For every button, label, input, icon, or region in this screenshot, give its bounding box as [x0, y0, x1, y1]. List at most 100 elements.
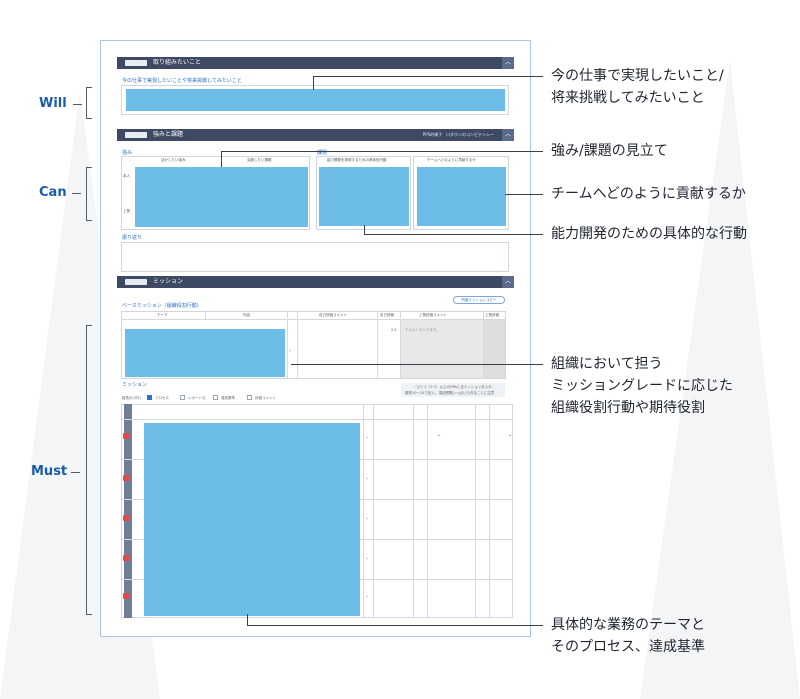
checkbox-comment-label: 評価コメント	[255, 396, 276, 400]
section-title: ミッション	[153, 278, 184, 285]
category-must: Must	[31, 464, 68, 479]
mission-label: ミッション	[122, 382, 148, 388]
checkbox-criteria[interactable]	[213, 395, 218, 400]
col-header-contribute: チームへどのように貢献するか	[427, 158, 476, 162]
annotation-org-line3: 組織役割行動や期待役割	[551, 400, 705, 416]
section-title: 取り組みたいこと	[153, 59, 202, 66]
checkbox-report-label: レポート元	[188, 396, 206, 400]
col-divider	[377, 311, 378, 379]
col-header-boss-comment: 上長評価コメント	[419, 313, 447, 317]
boss-eval-cell	[484, 320, 505, 378]
base-mission-theme[interactable]	[125, 329, 285, 377]
col-header-self-comment: 自己評価コメント	[319, 313, 347, 317]
self-eval-score: 2.5	[391, 328, 397, 332]
reflection-label: 振り返り	[122, 235, 143, 241]
leader-line-action	[364, 234, 543, 235]
section-tag	[125, 279, 147, 285]
boss-comment-placeholder: テキストが入ります。	[405, 328, 440, 332]
col-divider	[489, 404, 490, 618]
arrow-right-icon: ›	[366, 516, 368, 522]
arrow-right-icon: ›	[366, 435, 368, 441]
leader-line-will	[313, 76, 543, 77]
col-header-action: 能力開発を実現するための具体的行動	[327, 158, 387, 162]
annotation-will: 今の仕事で実現したいこと/ 将来挑戦してみたいこと	[551, 65, 724, 109]
annotation-strength: 強み/課題の見立て	[551, 143, 668, 159]
leader-line-strength-v	[221, 151, 222, 167]
section-title: 強みと課題	[153, 131, 184, 138]
chevron-down-icon[interactable]: ⌄	[437, 432, 441, 438]
col-divider	[427, 404, 428, 618]
section-header-will: 取り組みたいこと ︿	[117, 57, 514, 69]
annotation-theme-line2: そのプロセス、達成基準	[551, 639, 705, 655]
col-divider	[413, 404, 414, 618]
link-pps[interactable]: PPS的様子	[423, 132, 442, 137]
col-header-content: 内容	[243, 313, 250, 317]
col-divider	[475, 404, 476, 618]
link-competency[interactable]: ロダホンのコンピテンシー	[446, 132, 494, 137]
section-tag	[125, 60, 147, 66]
leader-line-strength	[221, 151, 543, 152]
row-header-self: 本人	[123, 174, 130, 178]
collapse-toggle-icon[interactable]: ︿	[502, 57, 514, 69]
will-bracket	[86, 87, 92, 119]
collapse-toggle-icon[interactable]: ︿	[502, 129, 514, 141]
checkbox-criteria-label: 達成基準	[221, 396, 235, 400]
collapse-toggle-icon[interactable]: ︿	[502, 276, 514, 288]
can-bracket	[86, 167, 92, 221]
action-input[interactable]	[319, 167, 409, 226]
leader-line-org	[291, 364, 543, 365]
mission-table-header-line	[121, 419, 513, 420]
checkbox-report[interactable]	[180, 395, 185, 400]
leader-line-contribute	[505, 194, 543, 195]
col-divider	[363, 404, 364, 618]
col-divider	[373, 404, 374, 618]
col-header-boss-eval: 上長評価	[485, 313, 499, 317]
arrow-right-icon: ›	[289, 348, 291, 354]
filter-label: 縦表示(3件)	[122, 396, 141, 400]
annotation-theme-line1: 具体的な業務のテーマと	[551, 617, 705, 633]
will-dash	[73, 104, 82, 105]
arrow-right-icon: ›	[366, 594, 368, 600]
section-links[interactable]: PPS的様子 ロダホンのコンピテンシー	[423, 129, 494, 141]
leader-line-theme-v	[247, 614, 248, 625]
arrow-right-icon: ›	[366, 556, 368, 562]
can-dash	[72, 193, 81, 194]
annotation-contribute: チームへどのように貢献するか	[551, 186, 746, 202]
col-divider	[297, 311, 298, 379]
delete-row-icon[interactable]	[123, 475, 129, 481]
delete-row-icon[interactable]	[123, 555, 129, 561]
base-mission-label: ベースミッション（組織役割行動）	[122, 303, 202, 309]
will-textarea[interactable]	[126, 89, 505, 111]
arrow-right-icon: ›	[366, 476, 368, 482]
annotation-will-line1: 今の仕事で実現したいこと/	[551, 68, 724, 84]
section-tag	[125, 132, 147, 138]
contribute-input[interactable]	[417, 167, 506, 226]
leader-line-will-v	[313, 76, 314, 90]
row-header-boss: 上長	[123, 209, 130, 213]
col-header-issue: 克服したい課題	[247, 158, 272, 162]
copy-mission-button[interactable]: 所属ミッションコピー	[453, 296, 505, 304]
leader-line-theme	[247, 625, 543, 626]
reflection-textarea[interactable]	[121, 242, 509, 272]
must-bracket	[86, 325, 92, 615]
delete-row-icon[interactable]	[123, 593, 129, 599]
mission-theme-inputs[interactable]	[144, 423, 360, 616]
strength-input[interactable]	[135, 167, 308, 227]
form-sheet: 取り組みたいこと ︿ 今の仕事で実現したいことや将来挑戦してみたいこと 強みと課…	[100, 40, 531, 637]
annotation-will-line2: 将来挑戦してみたいこと	[551, 90, 705, 106]
col-divider	[205, 311, 206, 319]
annotation-theme: 具体的な業務のテーマと そのプロセス、達成基準	[551, 614, 705, 658]
mission-note-line2: 原則10～15で記入。項目間隔いっぱいも作ることに注意	[405, 391, 495, 395]
checkbox-comment[interactable]	[247, 395, 252, 400]
chevron-down-icon[interactable]: ⌄	[508, 432, 512, 438]
category-can: Can	[39, 185, 67, 200]
category-will: Will	[39, 96, 67, 111]
checkbox-process-label: プロセス	[155, 396, 169, 400]
section-header-can: 強みと課題 PPS的様子 ロダホンのコンピテンシー ︿	[117, 129, 514, 141]
col-header-self-eval: 自己評価	[380, 313, 394, 317]
checkbox-process[interactable]	[147, 395, 152, 400]
delete-row-icon[interactable]	[123, 515, 129, 521]
annotation-action: 能力開発のための具体的な行動	[551, 226, 747, 242]
mission-note-line1: ・ひとつ（1つ）以上のHPAに全ミッションを入れ	[413, 385, 492, 389]
delete-row-icon[interactable]	[123, 433, 129, 439]
